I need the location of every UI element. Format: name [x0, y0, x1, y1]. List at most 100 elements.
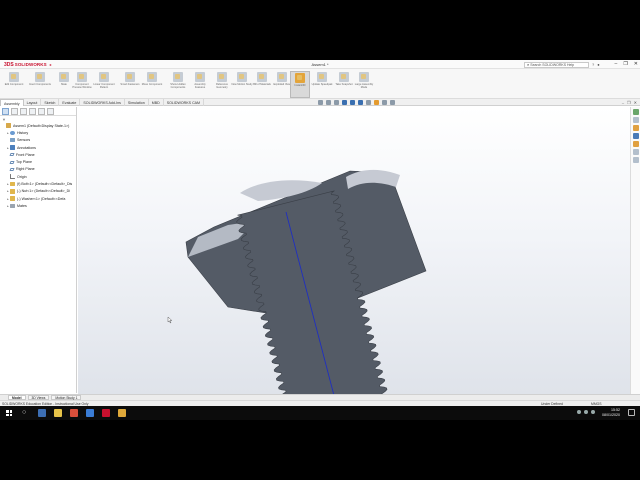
property-manager-tab-icon[interactable] [11, 107, 18, 115]
previous-view-icon[interactable] [334, 100, 339, 105]
network-icon[interactable] [577, 410, 581, 414]
smart-fasteners-button[interactable]: Smart Fasteners [120, 71, 140, 98]
battery-icon[interactable] [591, 410, 595, 414]
forum-icon[interactable] [632, 157, 639, 163]
clock[interactable]: 15:52 08/01/2020 [602, 408, 620, 417]
zoom-area-icon[interactable] [326, 100, 331, 105]
instant3d-icon [295, 73, 305, 83]
view-orientation-icon[interactable] [350, 100, 355, 105]
assembly-features-button[interactable]: Assembly Features [190, 71, 210, 98]
show-hidden-icon [173, 72, 183, 82]
instant3d-button[interactable]: Instant3D [290, 71, 310, 98]
user-icon[interactable]: ● [597, 62, 599, 67]
windows-start-icon[interactable] [6, 410, 12, 416]
move-component-button[interactable]: Move Component [142, 71, 162, 98]
tree-item[interactable]: Front Plane [0, 151, 77, 158]
file-explorer-icon[interactable] [632, 125, 639, 131]
section-view-icon[interactable] [342, 100, 347, 105]
close-button[interactable]: ✕ [634, 61, 638, 67]
insert-components-button[interactable]: Insert Components [29, 71, 51, 98]
part-icon [10, 189, 15, 194]
doc-close-button[interactable]: ✕ [634, 100, 637, 105]
snapshot-icon [339, 72, 349, 82]
cam-tab-icon[interactable] [47, 107, 54, 115]
command-label: Reference Geometry [216, 83, 228, 89]
tree-item-label: (-) Washer<1> (Default<<Defa [17, 196, 66, 201]
tab-layout[interactable]: Layout [24, 99, 42, 106]
snapshot-button[interactable]: Take Snapshot [334, 71, 354, 98]
tree-item[interactable]: ▸ (f) Bolt<1> (Default<<Default>_Dis [0, 180, 77, 187]
tab-mbd[interactable]: MBD [149, 99, 164, 106]
chrome-icon[interactable] [70, 409, 78, 417]
tree-item[interactable]: ▸ (-) Washer<1> (Default<<Defa [0, 195, 77, 202]
graphics-area[interactable] [78, 107, 630, 394]
custom-properties-icon[interactable] [632, 149, 639, 155]
title-bar: 3DS SOLIDWORKS ▸ Assem1 * ⌕ Search SOLID… [0, 60, 640, 69]
reference-geometry-button[interactable]: Reference Geometry [212, 71, 232, 98]
bom-button[interactable]: Bill of Materials [252, 71, 272, 98]
design-library-icon[interactable] [632, 117, 639, 123]
help-search-input[interactable]: ⌕ Search SOLIDWORKS Help [524, 61, 589, 68]
outlook-icon[interactable] [86, 409, 94, 417]
exploded-view-icon [277, 72, 287, 82]
solidworks-taskbar-icon[interactable] [102, 409, 110, 417]
tab-assembly[interactable]: Assembly [0, 99, 24, 106]
display-style-icon[interactable] [358, 100, 363, 105]
file-explorer-taskbar-icon[interactable] [54, 409, 62, 417]
apply-scene-icon[interactable] [382, 100, 387, 105]
units-indicator[interactable]: MMGS [591, 402, 602, 406]
assembly-features-icon [195, 72, 205, 82]
large-assembly-button[interactable]: Large Assembly Mode [354, 71, 374, 98]
command-label: Large Assembly Mode [354, 83, 374, 89]
edit-component-button[interactable]: Edit Component [4, 71, 24, 98]
component-preview-button[interactable]: Component Preview Window [72, 71, 92, 98]
show-hidden-button[interactable]: Show Hidden Components [168, 71, 188, 98]
view-palette-icon[interactable] [632, 133, 639, 139]
tab-simulation[interactable]: Simulation [125, 99, 149, 106]
display-manager-tab-icon[interactable] [38, 107, 45, 115]
volume-icon[interactable] [584, 410, 588, 414]
doc-minimize-button[interactable]: – [622, 100, 624, 105]
tab-solidworks-add-ins[interactable]: SOLIDWORKS Add-Ins [80, 99, 125, 106]
tree-item-label: Front Plane [16, 152, 35, 157]
command-label: Linear Component Pattern [93, 83, 115, 89]
feature-manager-tab-icon[interactable] [2, 107, 9, 115]
hide-show-items-icon[interactable] [366, 100, 371, 105]
solidworks-resources-icon[interactable] [632, 109, 639, 115]
tree-item[interactable]: Top Plane [0, 158, 77, 165]
task-view-icon[interactable] [38, 409, 46, 417]
doc-restore-button[interactable]: ❐ [627, 100, 631, 105]
configuration-manager-tab-icon[interactable] [20, 107, 27, 115]
tree-item[interactable]: Right Plane [0, 166, 77, 173]
tree-item[interactable]: Origin [0, 173, 77, 180]
notification-icon[interactable] [628, 409, 635, 416]
tab-evaluate[interactable]: Evaluate [59, 99, 81, 106]
tree-item[interactable]: ▸ Annotations [0, 144, 77, 151]
view-settings-icon[interactable] [390, 100, 395, 105]
edition-text: SOLIDWORKS Education Edition - Instructi… [2, 401, 89, 406]
speedpak-button[interactable]: Update Speedpak [312, 71, 332, 98]
help-icon[interactable]: ? [592, 62, 594, 67]
taskbar-search-icon[interactable]: ○ [22, 409, 26, 416]
command-label: Update Speedpak [311, 83, 333, 86]
chrome-alt-icon[interactable] [118, 409, 126, 417]
taskbar-apps [38, 409, 126, 417]
minimize-button[interactable]: – [615, 61, 618, 67]
zoom-to-fit-icon[interactable] [318, 100, 323, 105]
dimxpert-tab-icon[interactable] [29, 107, 36, 115]
tab-solidworks-cam[interactable]: SOLIDWORKS CAM [164, 99, 205, 106]
document-window-controls: – ❐ ✕ [622, 100, 637, 105]
tree-item[interactable]: ▸ (-) Nut<1> (Default<<Default>_Di [0, 188, 77, 195]
tree-item[interactable]: Assem1 (Default<Display State-1>) [0, 122, 77, 129]
edit-appearance-icon[interactable] [374, 100, 379, 105]
motion-study-button[interactable]: New Motion Study [231, 71, 253, 98]
tree-item[interactable]: ▸ Mates [0, 202, 77, 209]
linear-pattern-button[interactable]: Linear Component Pattern [93, 71, 115, 98]
insert-components-icon [35, 72, 45, 82]
appearances-icon[interactable] [632, 141, 639, 147]
tree-item[interactable]: Sensors [0, 137, 77, 144]
tree-item[interactable]: ▸ History [0, 129, 77, 136]
command-manager: Edit Component Insert Components Mate Compo… [0, 69, 640, 99]
maximize-button[interactable]: ❐ [623, 61, 627, 67]
tab-sketch[interactable]: Sketch [41, 99, 60, 106]
